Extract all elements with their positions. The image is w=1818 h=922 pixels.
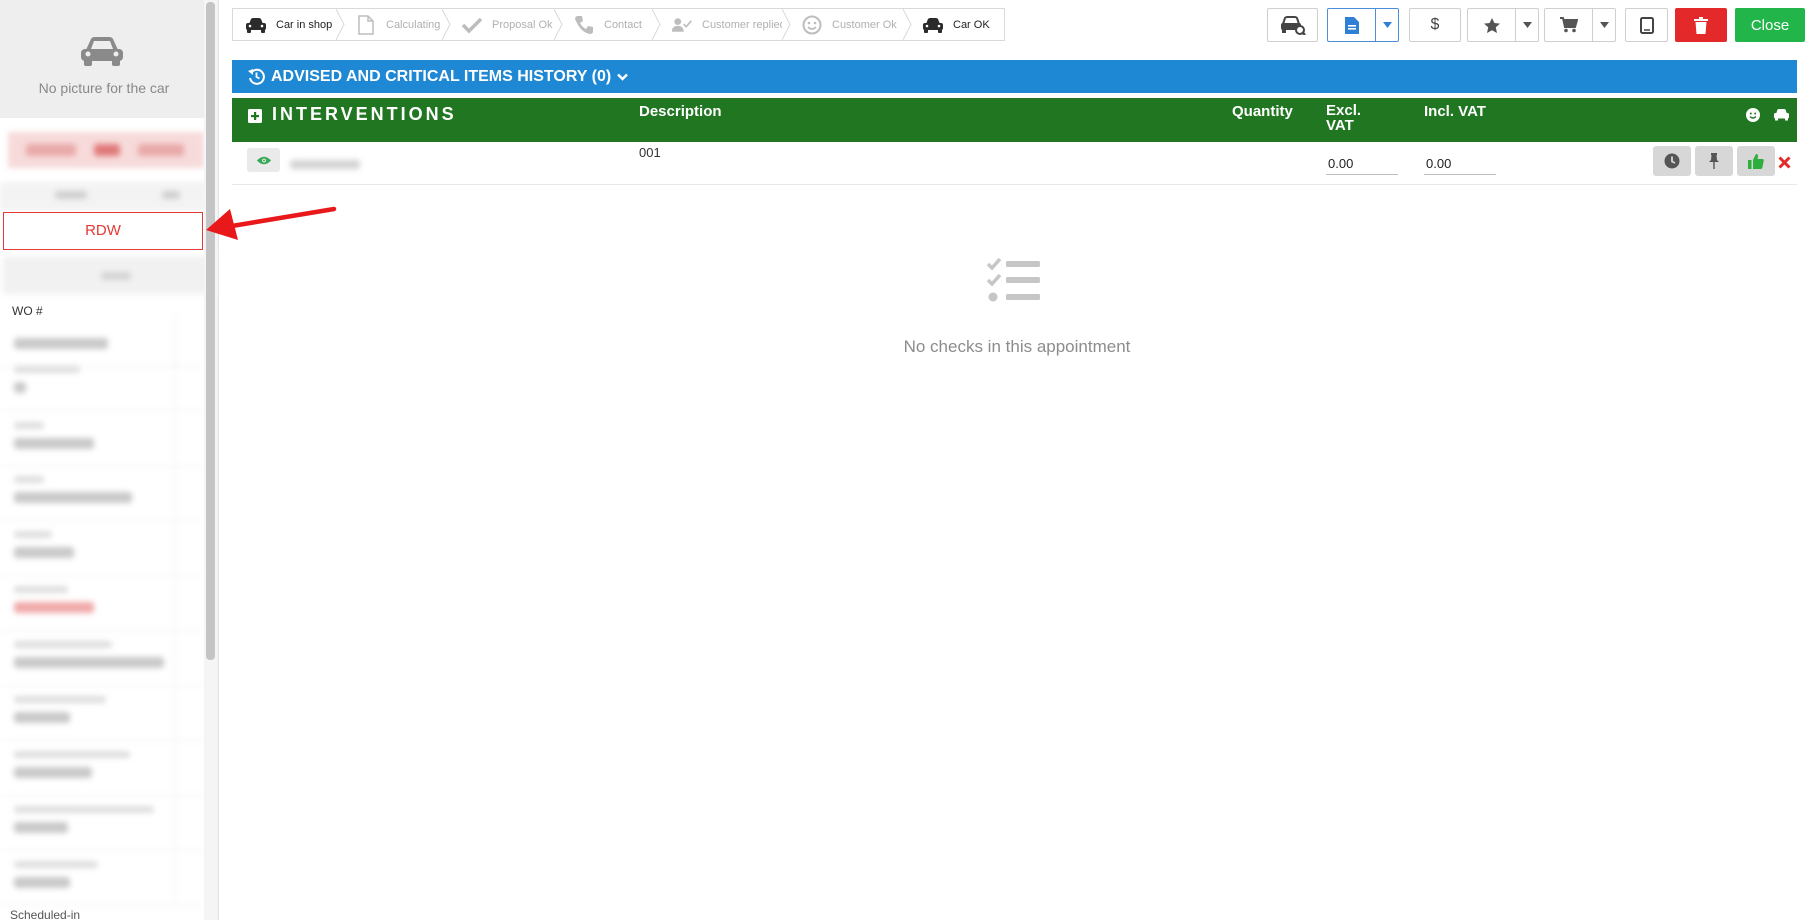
car-picture-placeholder: No picture for the car — [0, 0, 208, 118]
field-row — [0, 631, 208, 686]
sidebar-action-button[interactable] — [3, 256, 217, 294]
sidebar-tabs[interactable] — [0, 182, 208, 209]
favorite-button[interactable] — [1467, 8, 1515, 42]
advised-history-bar[interactable]: ADVISED AND CRITICAL ITEMS HISTORY (0) — [232, 60, 1797, 93]
empty-checks-message: No checks in this appointment — [903, 337, 1131, 356]
step-customer-replied[interactable]: Customer replied — [659, 9, 791, 40]
thumbs-up-icon — [1748, 153, 1764, 169]
cart-icon — [1559, 17, 1578, 33]
interventions-title: INTERVENTIONS — [272, 104, 457, 124]
delete-button[interactable] — [1675, 8, 1727, 42]
view-button[interactable] — [247, 148, 280, 172]
field-row — [0, 741, 208, 796]
field-row — [0, 466, 208, 521]
user-check-icon — [671, 16, 693, 34]
sidebar-scrollbar-thumb[interactable] — [206, 2, 215, 660]
favorite-dropdown-button[interactable] — [1515, 8, 1539, 42]
step-label: Proposal Ok — [492, 18, 553, 31]
step-label: Customer replied — [702, 18, 786, 31]
document-button[interactable] — [1327, 8, 1375, 42]
status-steps-bar: Car in shop Calculating Proposal Ok Cont… — [232, 8, 1005, 41]
step-label: Car in shop — [276, 18, 333, 31]
car-icon — [81, 37, 123, 66]
step-label: Contact — [604, 18, 642, 31]
clock-icon — [1664, 153, 1680, 169]
step-car-ok[interactable]: Car OK — [910, 9, 1004, 40]
car-sidebar: No picture for the car RDW WO # Schedule… — [0, 0, 219, 922]
cart-dropdown-button[interactable] — [1592, 8, 1616, 42]
snooze-button[interactable] — [1653, 146, 1691, 176]
caret-down-icon — [1382, 22, 1392, 28]
smile-icon — [801, 15, 823, 34]
interventions-header: INTERVENTIONS Description Quantity Excl.… — [232, 98, 1797, 142]
advised-history-label: ADVISED AND CRITICAL ITEMS HISTORY (0) — [271, 67, 612, 85]
field-row — [0, 521, 208, 576]
history-icon — [248, 68, 265, 85]
intervention-description: 001 — [639, 145, 661, 160]
document-icon — [355, 14, 377, 35]
phone-icon — [573, 15, 595, 34]
field-row — [0, 686, 208, 741]
excl-vat-input[interactable] — [1326, 153, 1398, 175]
column-excl-vat: Excl. VAT — [1326, 102, 1362, 134]
remove-icon[interactable] — [1778, 156, 1791, 169]
trash-icon — [1694, 16, 1708, 34]
caret-down-icon — [1522, 22, 1532, 28]
smile-icon — [1746, 108, 1760, 122]
document-icon — [1344, 16, 1359, 34]
field-row — [0, 796, 208, 851]
step-label: Customer Ok — [832, 18, 897, 31]
caret-down-icon — [1599, 22, 1609, 28]
incl-vat-input[interactable] — [1424, 153, 1496, 175]
car-wrench-icon — [1280, 16, 1306, 35]
step-label: Car OK — [953, 18, 990, 31]
step-label: Calculating — [386, 18, 441, 31]
field-row — [0, 576, 208, 631]
step-car-in-shop[interactable]: Car in shop — [233, 9, 345, 40]
field-row — [0, 412, 208, 467]
close-button[interactable]: Close — [1735, 8, 1805, 42]
intervention-name-blurred — [290, 160, 360, 169]
star-icon — [1483, 17, 1500, 33]
step-contact[interactable]: Contact — [561, 9, 661, 40]
intervention-row: 001 — [232, 142, 1797, 185]
pin-button[interactable] — [1695, 146, 1733, 176]
chevron-down-icon — [617, 73, 629, 81]
add-intervention-icon[interactable] — [248, 109, 262, 123]
field-row — [0, 356, 208, 411]
red-arrow-annotation — [206, 206, 337, 240]
car-icon — [1774, 109, 1789, 121]
tablet-icon — [1639, 16, 1654, 34]
car-wrench-button[interactable] — [1267, 8, 1318, 42]
car-icon — [245, 16, 267, 34]
step-calculating[interactable]: Calculating — [343, 9, 451, 40]
tablet-button[interactable] — [1625, 8, 1668, 42]
field-row — [0, 851, 208, 906]
cart-button[interactable] — [1544, 8, 1592, 42]
rdw-button[interactable]: RDW — [3, 212, 203, 250]
step-proposal-ok[interactable]: Proposal Ok — [449, 9, 563, 40]
document-dropdown-button[interactable] — [1375, 8, 1399, 42]
check-icon — [461, 16, 483, 34]
car-icon — [922, 16, 944, 34]
eye-icon — [256, 156, 271, 164]
checklist-icon — [986, 258, 1040, 302]
license-plate-area — [8, 132, 204, 168]
pin-icon — [1709, 153, 1719, 169]
dollar-button[interactable]: $ — [1409, 8, 1461, 42]
column-quantity: Quantity — [1232, 103, 1293, 120]
step-customer-ok[interactable]: Customer Ok — [789, 9, 912, 40]
column-incl-vat: Incl. VAT — [1424, 103, 1486, 120]
column-description: Description — [639, 103, 722, 120]
approve-button[interactable] — [1737, 146, 1775, 176]
no-picture-text: No picture for the car — [38, 80, 170, 96]
